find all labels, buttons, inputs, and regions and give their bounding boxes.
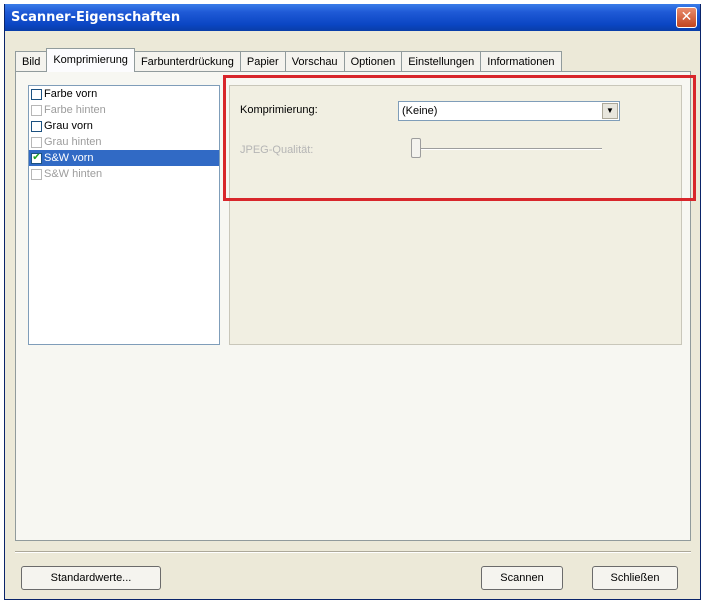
list-item-label: Farbe vorn (44, 88, 98, 100)
defaults-button[interactable]: Standardwerte... (21, 566, 161, 590)
scanner-properties-dialog: Scanner-Eigenschaften ✕ Bild Komprimieru… (4, 4, 701, 600)
list-item-label: Grau hinten (44, 136, 102, 148)
tab-strip: Bild Komprimierung Farbunterdrückung Pap… (15, 48, 562, 72)
checkbox-farbe-hinten[interactable] (31, 104, 42, 116)
checkbox-grau-vorn[interactable] (31, 120, 42, 132)
checkbox-grau-hinten[interactable] (31, 136, 42, 148)
list-item-sw-hinten[interactable]: S&W hinten (29, 166, 219, 182)
close-button[interactable]: Schließen (592, 566, 678, 590)
list-item-sw-vorn[interactable]: ✔ S&W vorn (29, 150, 219, 166)
checkmark-icon: ✔ (32, 152, 41, 163)
tab-vorschau[interactable]: Vorschau (284, 51, 345, 72)
list-item-label: Farbe hinten (44, 104, 106, 116)
scan-button[interactable]: Scannen (481, 566, 563, 590)
list-item-label: S&W hinten (44, 168, 103, 180)
window-title: Scanner-Eigenschaften (11, 10, 181, 25)
tab-informationen[interactable]: Informationen (480, 51, 562, 72)
tab-komprimierung[interactable]: Komprimierung (46, 48, 135, 72)
separator (15, 551, 691, 553)
list-item-label: S&W vorn (44, 152, 94, 164)
list-item-farbe-vorn[interactable]: Farbe vorn (29, 86, 219, 102)
checkbox-sw-vorn[interactable]: ✔ (31, 152, 42, 164)
tab-bild[interactable]: Bild (15, 51, 48, 72)
list-item-farbe-hinten[interactable]: Farbe hinten (29, 102, 219, 118)
highlight-annotation (223, 75, 696, 201)
checkbox-sw-hinten[interactable] (31, 168, 42, 180)
title-bar[interactable]: Scanner-Eigenschaften ✕ (5, 4, 700, 31)
tab-optionen[interactable]: Optionen (343, 51, 403, 72)
list-item-grau-hinten[interactable]: Grau hinten (29, 134, 219, 150)
list-item-grau-vorn[interactable]: Grau vorn (29, 118, 219, 134)
list-item-label: Grau vorn (44, 120, 93, 132)
tab-farbunterdrueckung[interactable]: Farbunterdrückung (133, 51, 241, 72)
close-icon[interactable]: ✕ (676, 7, 697, 28)
image-type-list[interactable]: Farbe vorn Farbe hinten Grau vorn Grau h… (28, 85, 220, 345)
tab-einstellungen[interactable]: Einstellungen (401, 51, 482, 72)
checkbox-farbe-vorn[interactable] (31, 88, 42, 100)
tab-papier[interactable]: Papier (239, 51, 286, 72)
